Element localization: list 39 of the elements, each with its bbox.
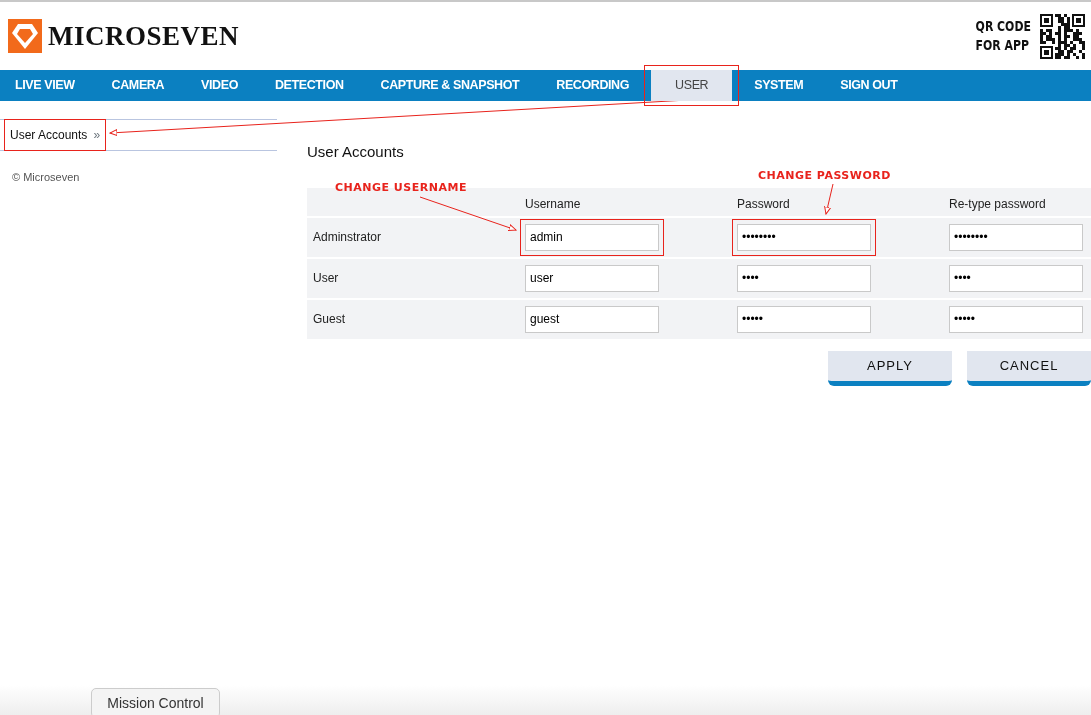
nav-tab[interactable]: LIVE VIEW	[0, 70, 90, 101]
password-field[interactable]: •••••	[737, 305, 871, 333]
password-field[interactable]: ••••••••	[949, 223, 1083, 251]
password-field[interactable]: ••••	[949, 264, 1083, 292]
nav-tab[interactable]: CAPTURE & SNAPSHOT	[365, 70, 535, 101]
chevron-icon: »	[93, 126, 101, 144]
password-field[interactable]: ••••	[737, 264, 871, 292]
copyright-text: © Microseven	[11, 170, 81, 185]
annotation-label: CHANGE PASSWORD	[758, 168, 891, 184]
username-field[interactable]: guest	[525, 305, 659, 333]
row-label: Guest	[313, 312, 345, 326]
qr-code-caption: QR CODE FOR APP	[975, 17, 1031, 55]
annotation-label: CHANGE USERNAME	[335, 180, 467, 196]
nav-tab[interactable]: VIDEO	[186, 70, 253, 101]
sidebar-link-text: User Accounts	[10, 127, 88, 144]
nav-tab[interactable]: SIGN OUT	[825, 70, 913, 101]
column-header: Username	[525, 197, 581, 211]
row-label: Adminstrator	[313, 230, 382, 244]
username-field[interactable]: admin	[525, 223, 659, 251]
column-header: Password	[737, 197, 790, 211]
logo-icon	[8, 19, 42, 53]
page-title: User Accounts	[307, 142, 405, 162]
column-header: Re-type password	[949, 197, 1046, 211]
password-field[interactable]: ••••••••	[737, 223, 871, 251]
cancel-button[interactable]: CANCEL	[967, 350, 1091, 386]
apply-button[interactable]: APPLY	[828, 350, 952, 386]
mission-control-button[interactable]: Mission Control	[91, 688, 220, 715]
nav-tab[interactable]: CAMERA	[96, 70, 180, 101]
nav-tab[interactable]: RECORDING	[541, 70, 645, 101]
brand-name: MICROSEVEN	[48, 19, 240, 53]
nav-tab[interactable]: USER	[651, 70, 733, 101]
annotation-arrow	[824, 183, 834, 215]
username-field[interactable]: user	[525, 264, 659, 292]
row-label: User	[313, 271, 339, 285]
qr-code-icon	[1039, 12, 1086, 60]
password-field[interactable]: •••••	[949, 305, 1083, 333]
nav-tab[interactable]: DETECTION	[260, 70, 359, 101]
nav-tab[interactable]: SYSTEM	[739, 70, 819, 101]
sidebar-link[interactable]: User Accounts »	[10, 126, 101, 144]
